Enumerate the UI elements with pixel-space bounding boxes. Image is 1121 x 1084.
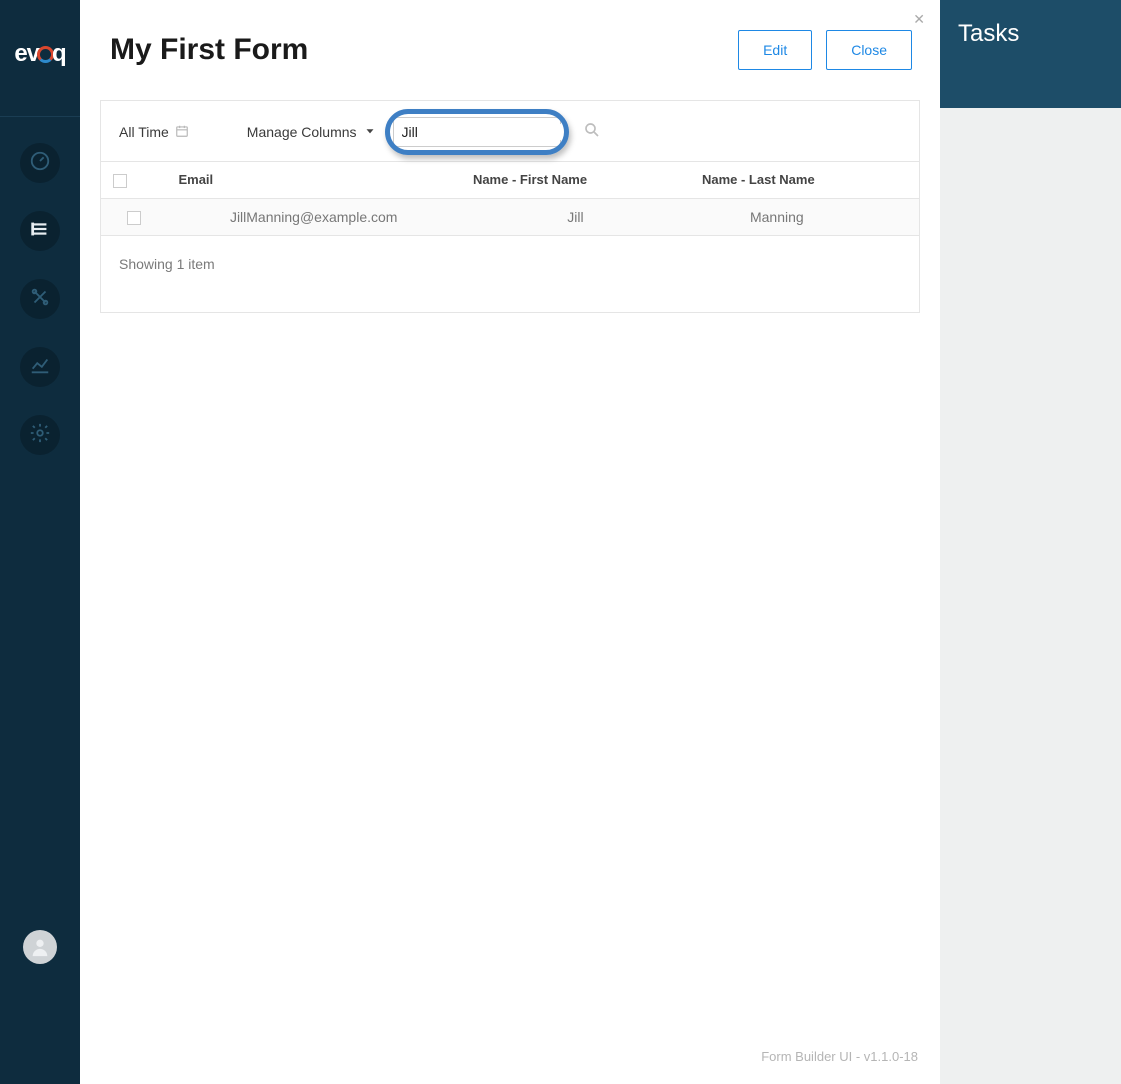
gauge-icon (29, 150, 51, 177)
results-table: Email Name - First Name Name - Last Name… (101, 161, 919, 236)
time-filter[interactable]: All Time (119, 124, 189, 141)
app-sidebar: evq (0, 0, 80, 1084)
manage-columns-label: Manage Columns (247, 124, 357, 140)
main-panel: ✕ My First Form Edit Close All Time Mana… (80, 0, 940, 1084)
cell-email: JillManning@example.com (166, 198, 460, 235)
col-firstname-header[interactable]: Name - First Name (461, 162, 690, 199)
panel-toolbar: All Time Manage Columns (101, 101, 919, 161)
gear-icon (29, 422, 51, 449)
search-icon[interactable] (583, 121, 601, 144)
chevron-down-icon (363, 124, 377, 141)
tasks-header: Tasks (940, 0, 1121, 108)
select-all-checkbox[interactable] (113, 174, 127, 188)
time-filter-label: All Time (119, 124, 169, 140)
cell-firstname: Jill (461, 198, 690, 235)
sidebar-divider (0, 116, 80, 117)
row-checkbox[interactable] (127, 211, 141, 225)
col-email-header[interactable]: Email (166, 162, 460, 199)
page-title: My First Form (110, 33, 724, 67)
close-button[interactable]: Close (826, 30, 912, 70)
table-header-row: Email Name - First Name Name - Last Name (101, 162, 919, 199)
user-avatar[interactable] (23, 930, 57, 964)
nav-settings[interactable] (20, 415, 60, 455)
table-row[interactable]: JillManning@example.com Jill Manning (101, 198, 919, 235)
nav-analytics[interactable] (20, 347, 60, 387)
tasks-panel: Tasks (940, 0, 1121, 1084)
footer-version: Form Builder UI - v1.1.0-18 (761, 1049, 918, 1064)
lines-icon (29, 218, 51, 245)
nav-content[interactable] (20, 211, 60, 251)
results-panel: All Time Manage Columns (100, 100, 920, 313)
chart-icon (29, 354, 51, 381)
nav-dashboard[interactable] (20, 143, 60, 183)
nav-tools[interactable] (20, 279, 60, 319)
calendar-icon (175, 124, 189, 141)
status-text: Showing 1 item (101, 236, 919, 312)
col-lastname-header[interactable]: Name - Last Name (690, 162, 919, 199)
manage-columns[interactable]: Manage Columns (247, 124, 377, 141)
cell-lastname: Manning (690, 198, 919, 235)
brand-logo: evq (14, 40, 65, 68)
close-icon[interactable]: ✕ (913, 12, 925, 26)
search-wrap (393, 117, 561, 147)
wrench-icon (29, 286, 51, 313)
search-box (393, 117, 561, 147)
search-input[interactable] (402, 124, 583, 140)
page-header: My First Form Edit Close (80, 0, 940, 100)
edit-button[interactable]: Edit (738, 30, 812, 70)
